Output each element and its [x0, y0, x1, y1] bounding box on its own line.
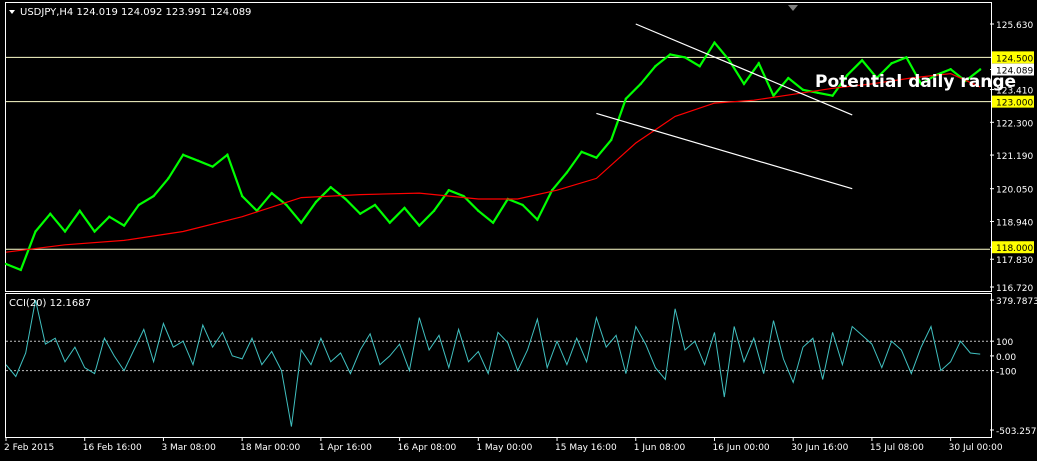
price-point [19, 268, 22, 272]
price-point [949, 67, 952, 71]
price-point [167, 177, 170, 180]
price-point [698, 65, 701, 68]
y-tick-label: 122.300 [996, 119, 1033, 129]
price-point [860, 59, 864, 62]
x-tick-label: 1 Jun 08:00 [634, 443, 686, 453]
x-tick-label: 15 May 16:00 [555, 443, 617, 453]
price-point [521, 203, 524, 207]
price-point [137, 203, 141, 207]
price-point [152, 194, 155, 198]
y-tick-label: 117.830 [996, 256, 1033, 266]
price-point [78, 209, 82, 213]
x-tick-label: 18 Mar 00:00 [240, 443, 300, 453]
price-point [314, 200, 318, 204]
x-tick-label: 1 Apr 16:00 [319, 443, 372, 453]
price-point [683, 56, 687, 59]
price-point [978, 68, 982, 71]
price-point [240, 194, 244, 198]
x-tick-label: 30 Jul 00:00 [949, 443, 1003, 453]
price-point [122, 224, 126, 227]
price-point [270, 191, 273, 195]
x-tick-label: 16 Apr 08:00 [398, 443, 457, 453]
x-tick-label: 16 Feb 16:00 [83, 443, 142, 453]
price-point [801, 88, 805, 92]
cci-y-tick-label: 0.00 [996, 353, 1016, 363]
price-point [639, 82, 642, 86]
price-point [831, 94, 834, 97]
price-point [905, 56, 908, 59]
price-point [181, 153, 185, 156]
price-point [787, 76, 790, 80]
price-point [403, 206, 406, 210]
y-tick-label: 125.630 [996, 21, 1033, 31]
price-point [344, 197, 347, 201]
price-point [757, 62, 760, 65]
price-point [580, 150, 583, 154]
x-tick-label: 3 Mar 08:00 [161, 443, 216, 453]
x-tick-label: 15 Jul 08:00 [870, 443, 924, 453]
price-point [609, 138, 613, 142]
cci-header: CCI(20) 12.1687 [9, 298, 91, 309]
y-tick-label: 121.190 [996, 152, 1033, 162]
x-tick-label: 16 Jun 00:00 [712, 443, 769, 453]
x-tick-label: 30 Jun 16:00 [791, 443, 848, 453]
price-point [211, 165, 214, 168]
y-tick-label: 124.500 [996, 54, 1033, 64]
price-point [447, 188, 450, 192]
price-point [373, 203, 377, 207]
y-tick-label: 118.940 [996, 218, 1033, 228]
price-point [196, 159, 200, 162]
price-point [565, 171, 569, 174]
price-point [654, 65, 657, 68]
price-point [728, 59, 731, 62]
price-point [300, 221, 303, 224]
price-point [713, 41, 716, 44]
price-point [34, 230, 37, 233]
symbol-header: USDJPY,H4 124.019 124.092 123.991 124.08… [20, 7, 251, 18]
y-tick-label: 118.000 [996, 244, 1033, 254]
price-point [432, 209, 436, 213]
cci-y-tick-label: 379.7873 [996, 297, 1037, 307]
y-tick-label: 116.720 [996, 284, 1033, 294]
x-tick-label: 1 May 00:00 [476, 443, 532, 453]
price-point [595, 156, 598, 159]
price-point [63, 230, 67, 233]
price-point [536, 218, 539, 221]
price-point [93, 230, 96, 233]
price-point [4, 262, 8, 266]
price-point [418, 224, 421, 227]
cci-y-tick-label: -503.2579 [996, 427, 1037, 437]
price-point [669, 53, 672, 56]
price-point [624, 97, 628, 100]
price-point [329, 186, 332, 189]
price-point [359, 212, 362, 215]
price-point [388, 221, 391, 224]
cci-y-tick-label: 100 [996, 338, 1013, 348]
price-point [285, 203, 288, 207]
price-point [890, 62, 893, 65]
x-tick-label: 2 Feb 2015 [4, 443, 54, 453]
price-point [226, 153, 229, 156]
cci-y-tick-label: -100 [996, 368, 1017, 378]
price-point [49, 212, 52, 215]
price-point [477, 209, 480, 213]
price-point [742, 82, 746, 86]
price-point [108, 215, 111, 218]
y-tick-label: 123.000 [996, 99, 1033, 109]
price-point [491, 221, 495, 224]
chart-canvas: 125.630124.500124.089123.410123.000122.3… [0, 0, 1037, 457]
y-tick-label: 120.050 [996, 186, 1033, 196]
potential-range-annotation: Potential daily range [815, 72, 1016, 92]
